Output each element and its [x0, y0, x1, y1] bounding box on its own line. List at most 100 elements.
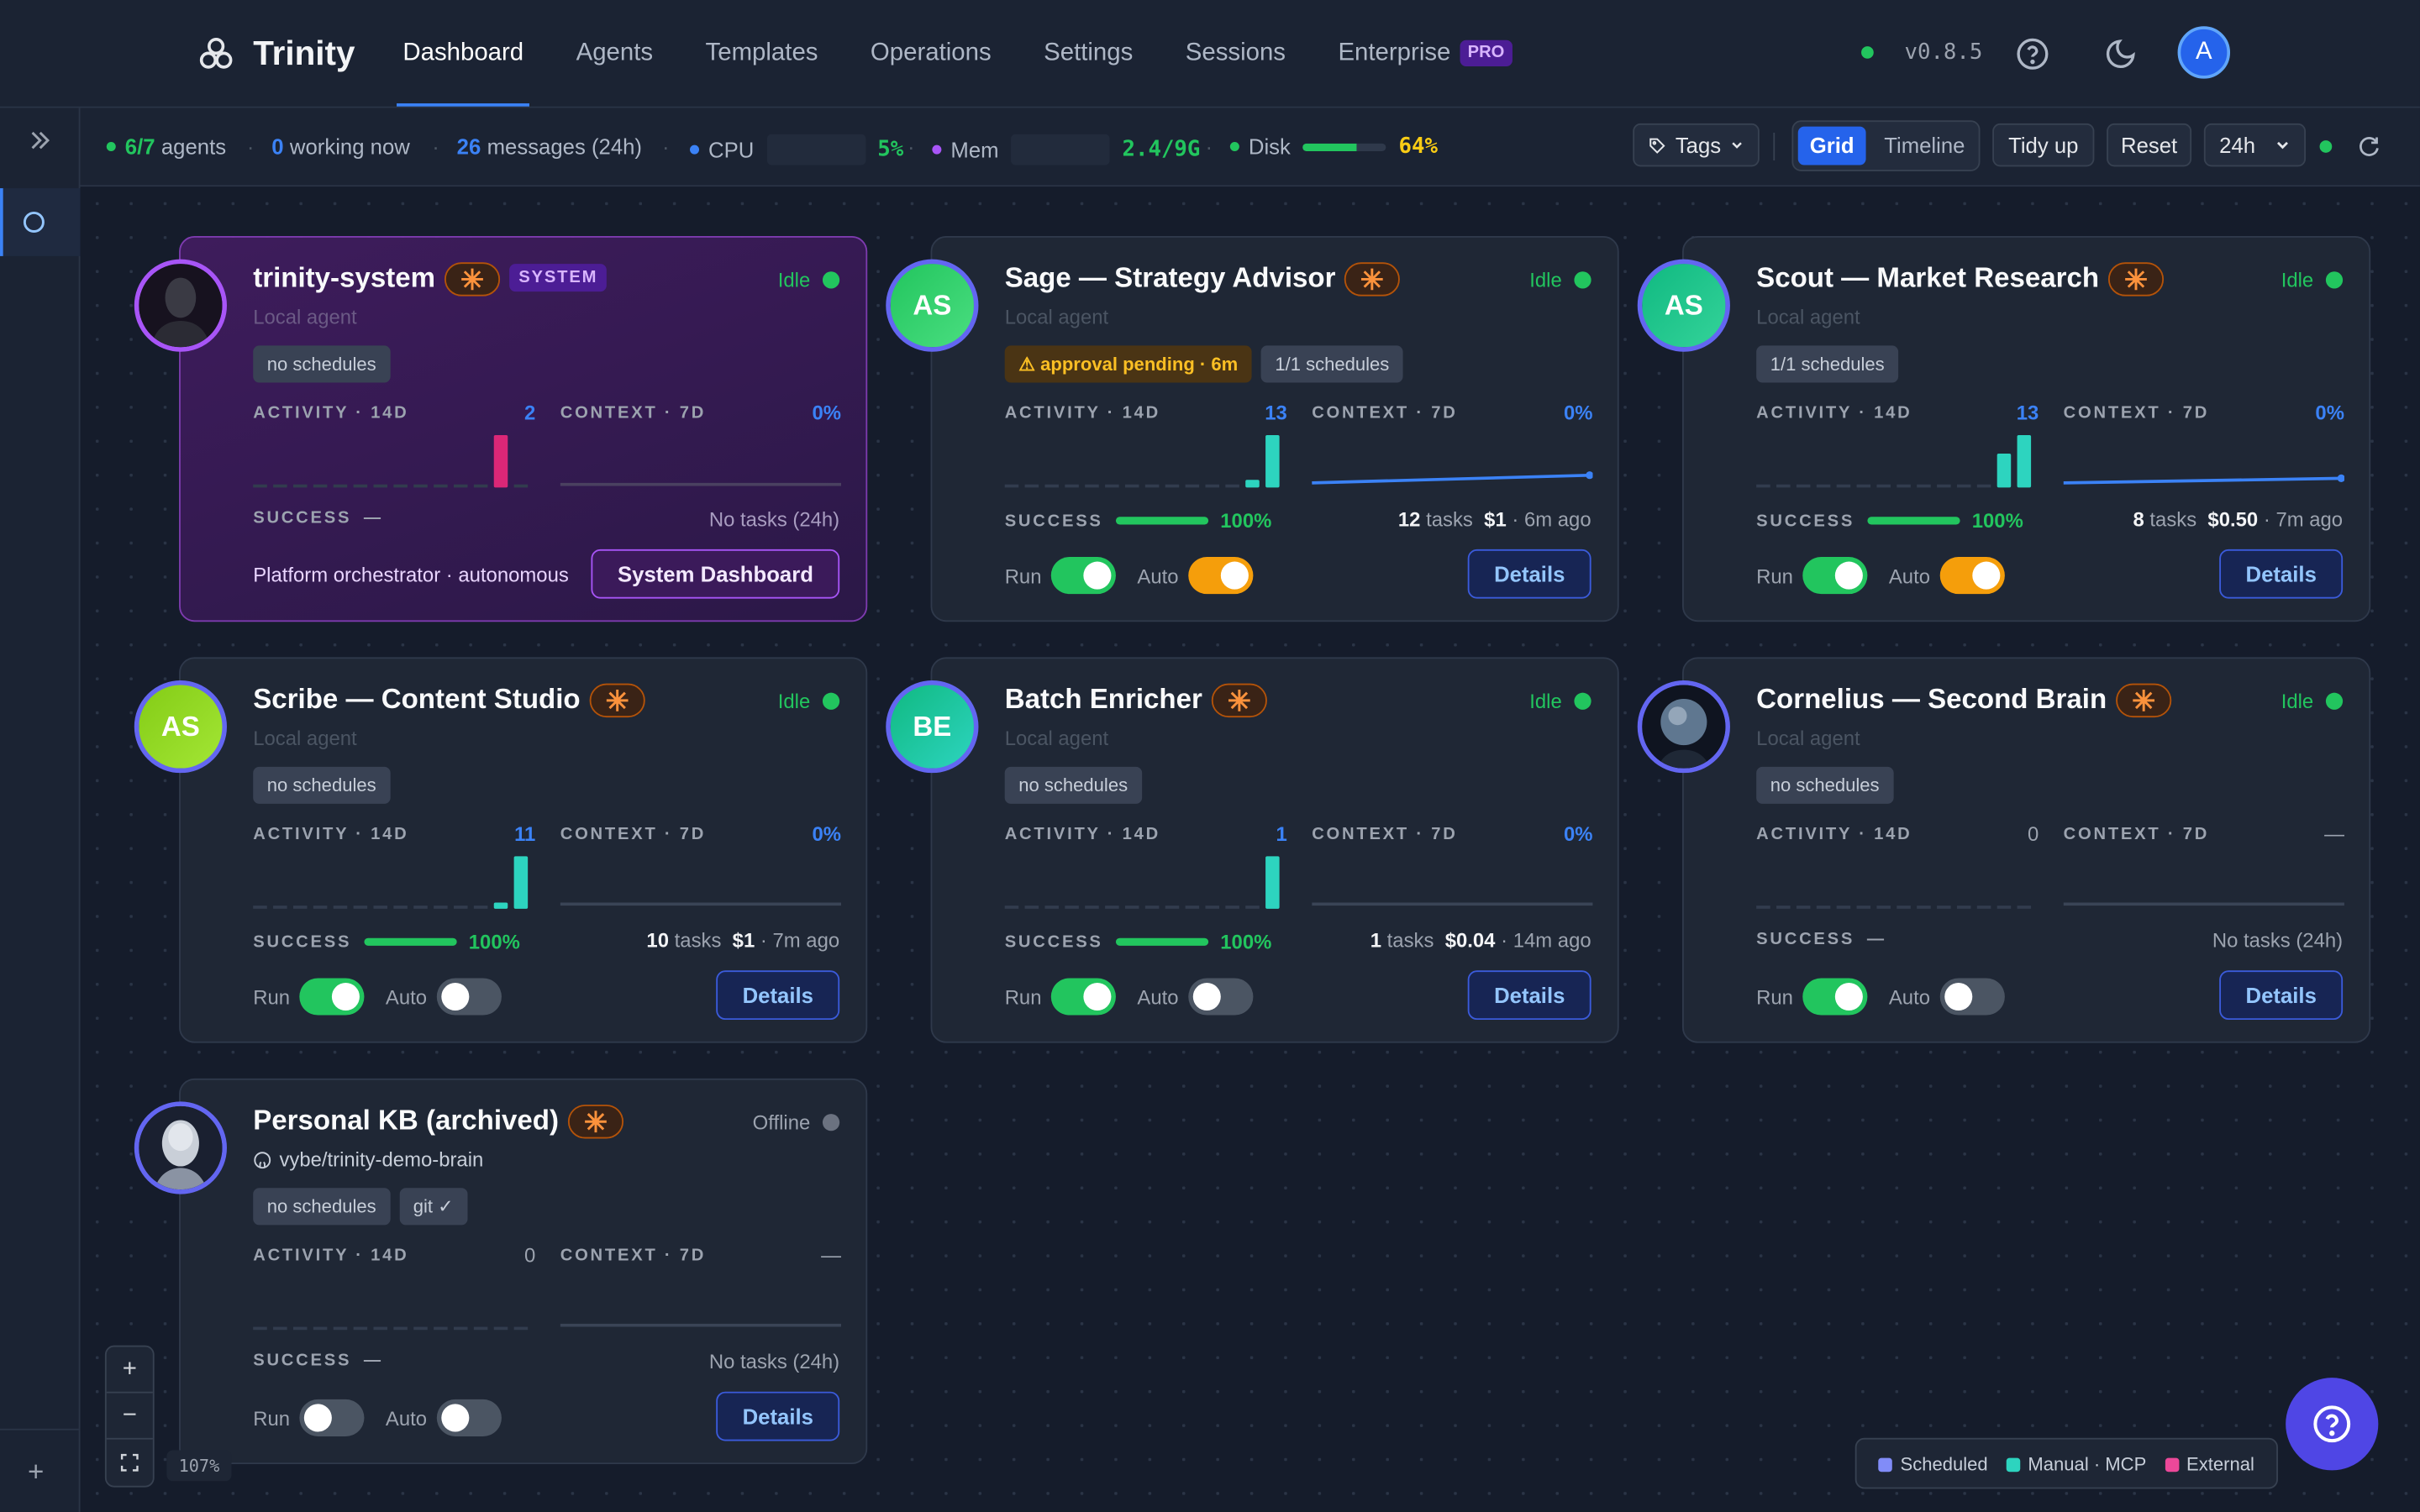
nav-sessions[interactable]: Sessions [1160, 0, 1313, 108]
details-button[interactable]: Details [2219, 549, 2344, 599]
nav-operations[interactable]: Operations [844, 0, 1018, 108]
stats-toolbar: 6/7 agents · 0 working now · 26 messages… [80, 108, 2420, 187]
separator: · [432, 134, 439, 160]
activity-day-empty [253, 906, 267, 909]
grid-view-button[interactable]: Grid [1797, 126, 1866, 165]
system-badge: SYSTEM [509, 264, 608, 292]
activity-day-empty [1185, 484, 1200, 488]
chips: no schedules [1756, 766, 1894, 804]
stat-disk: Disk 64% [1229, 134, 1438, 159]
activity-day-empty [1124, 906, 1139, 909]
timeline-view-button[interactable]: Timeline [1870, 127, 1979, 165]
time-range-select[interactable]: 24h [2203, 123, 2307, 167]
success-bar [1115, 517, 1208, 525]
fit-view-icon[interactable] [107, 1440, 153, 1486]
schedule-chip: 1/1 schedules [1260, 345, 1403, 383]
help-chat-button[interactable] [2286, 1378, 2379, 1471]
chevron-down-icon [1732, 142, 1743, 149]
last-run: 6m ago [1523, 507, 1591, 531]
reset-button[interactable]: Reset [2107, 123, 2192, 167]
mem-meter [1011, 134, 1110, 165]
context-percent: — [2324, 822, 2344, 846]
run-toggle[interactable] [1802, 557, 1868, 595]
task-cost: $1 [1484, 507, 1507, 531]
auto-toggle[interactable] [1939, 978, 2005, 1016]
agent-card-personal-kb[interactable]: Personal KB (archived) Offline vybe/trin… [134, 1078, 868, 1465]
help-icon[interactable] [2016, 37, 2049, 71]
task-count: 10 [646, 928, 670, 953]
agent-avatar: AS [1637, 259, 1730, 352]
details-button[interactable]: Details [2219, 970, 2344, 1021]
agent-card-scribe[interactable]: AS Scribe — Content Studio Idle Local ag… [134, 657, 868, 1043]
nav-templates[interactable]: Templates [679, 0, 844, 108]
context-sparkline [560, 850, 842, 909]
details-button[interactable]: Details [1467, 549, 1591, 599]
context-sparkline [1312, 850, 1593, 909]
auto-toggle[interactable] [1939, 557, 2005, 595]
task-count: 12 [1397, 507, 1421, 531]
details-button[interactable]: Details [716, 970, 840, 1021]
activity-day-empty [253, 1326, 267, 1331]
status-indicator: Idle [1529, 269, 1591, 291]
sidebar-item-agent[interactable] [0, 188, 81, 256]
expand-sidebar-icon[interactable] [28, 128, 52, 160]
agent-avatar: AS [886, 259, 979, 352]
auto-toggle[interactable] [1187, 978, 1253, 1016]
activity-count: 1 [1276, 822, 1287, 846]
agent-card-scout[interactable]: AS Scout — Market Research Idle Local ag… [1637, 236, 2371, 622]
auto-label: Auto [385, 984, 428, 1009]
agent-avatar: AS [134, 680, 227, 774]
run-toggle[interactable] [299, 978, 365, 1016]
activity-day-empty [273, 484, 287, 488]
auto-toggle[interactable] [436, 978, 502, 1016]
agent-card-batch-enricher[interactable]: BE Batch Enricher Idle Local agent no sc… [886, 657, 1619, 1043]
agent-card-trinity-system[interactable]: trinity-system SYSTEM Idle Local agent no… [134, 236, 868, 622]
context-sparkline [1312, 429, 1594, 488]
run-toggle[interactable] [299, 1399, 365, 1436]
user-avatar-button[interactable]: A [2177, 26, 2231, 79]
details-button[interactable]: Details [716, 1391, 840, 1441]
run-toggle[interactable] [1802, 978, 1868, 1016]
tidy-up-button[interactable]: Tidy up [1992, 123, 2095, 167]
auto-toggle[interactable] [1187, 557, 1253, 595]
zoom-out-icon[interactable]: − [106, 1394, 153, 1440]
activity-sparkline [1756, 850, 2040, 909]
version-label: v0.8.5 [1904, 39, 1983, 66]
approval-pending-chip[interactable]: ⚠ approval pending · 6m [1004, 345, 1252, 383]
nav-settings[interactable]: Settings [1018, 0, 1160, 108]
add-icon[interactable]: + [28, 1457, 44, 1489]
agent-card-sage[interactable]: AS Sage — Strategy Advisor Idle Local ag… [886, 236, 1619, 622]
dark-mode-moon-icon[interactable] [2103, 37, 2137, 71]
agent-card-cornelius[interactable]: Cornelius — Second Brain Idle Local agen… [1637, 657, 2371, 1043]
system-dashboard-button[interactable]: System Dashboard [591, 549, 840, 599]
nav-enterprise[interactable]: Enterprise PRO [1312, 0, 1539, 108]
github-icon [254, 1151, 271, 1168]
tags-dropdown[interactable]: Tags [1633, 123, 1760, 167]
nav-agents[interactable]: Agents [550, 0, 679, 108]
zoom-in-icon[interactable]: + [106, 1347, 153, 1394]
details-button[interactable]: Details [1467, 970, 1591, 1021]
activity-day-empty [333, 1326, 348, 1331]
run-label: Run [1004, 984, 1042, 1009]
context-sparkline [560, 1271, 842, 1330]
activity-day-empty [373, 906, 388, 909]
activity-count: 13 [2016, 401, 2039, 425]
auto-toggle[interactable] [436, 1399, 502, 1436]
activity-day-empty [1876, 484, 1891, 488]
activity-day-empty [1796, 906, 1811, 909]
activity-day-empty [513, 484, 529, 488]
refresh-icon[interactable] [2357, 133, 2381, 165]
logo[interactable]: Trinity [197, 34, 355, 74]
activity-day-empty [1205, 906, 1219, 909]
success-row: SUCCESS — [1756, 931, 1886, 949]
activity-day-empty [1144, 484, 1160, 488]
run-toggle[interactable] [1050, 557, 1116, 595]
task-word: tasks [2149, 507, 2197, 531]
run-toggle[interactable] [1050, 978, 1116, 1016]
activity-day-empty [2017, 906, 2032, 909]
cpu-dot [690, 144, 700, 155]
agent-repo[interactable]: vybe/trinity-demo-brain [253, 1148, 483, 1171]
trinity-logo-icon [199, 37, 233, 69]
nav-dashboard[interactable]: Dashboard [376, 0, 550, 108]
sun-icon [2108, 262, 2165, 297]
